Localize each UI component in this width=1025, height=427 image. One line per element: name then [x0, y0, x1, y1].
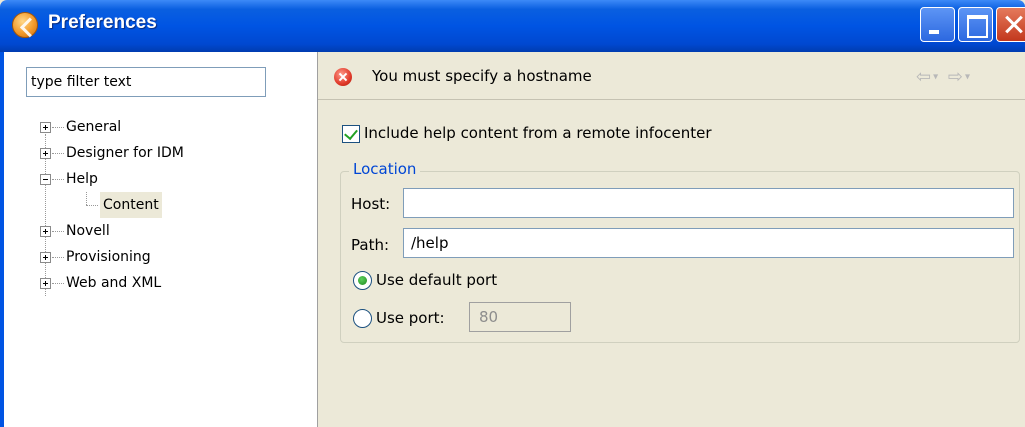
eclipse-icon	[12, 12, 38, 38]
remote-infocenter-label: Include help content from a remote infoc…	[364, 124, 712, 142]
use-port-radio[interactable]	[353, 309, 372, 328]
location-group: Location Host: Path: /help Use default p…	[340, 160, 1020, 343]
filter-input[interactable]: type filter text	[26, 67, 266, 97]
tree-item-label: General	[66, 119, 122, 135]
expand-icon[interactable]	[40, 148, 51, 159]
collapse-icon[interactable]	[40, 174, 51, 185]
location-group-title: Location	[349, 160, 421, 178]
preferences-tree-panel: type filter text General Designer for ID…	[0, 52, 318, 427]
window-title: Preferences	[48, 12, 157, 33]
tree-item-label: Web and XML	[66, 275, 162, 291]
forward-arrow-icon[interactable]: ⇨	[948, 67, 965, 88]
use-port-label: Use port:	[376, 309, 445, 327]
message-bar: You must specify a hostname ⇦▾ ⇨▾	[318, 52, 1025, 100]
back-arrow-icon[interactable]: ⇦	[916, 67, 933, 88]
maximize-button[interactable]	[958, 7, 993, 42]
preference-page: You must specify a hostname ⇦▾ ⇨▾ Includ…	[318, 52, 1025, 427]
close-button[interactable]	[996, 7, 1025, 42]
minimize-button[interactable]	[920, 7, 955, 42]
path-input[interactable]: /help	[403, 228, 1014, 258]
expand-icon[interactable]	[40, 252, 51, 263]
host-input[interactable]	[403, 188, 1014, 218]
forward-dropdown-icon[interactable]: ▾	[965, 72, 972, 83]
default-port-radio[interactable]	[353, 271, 372, 290]
expand-icon[interactable]	[40, 226, 51, 237]
host-label: Host:	[351, 195, 391, 213]
remote-infocenter-checkbox[interactable]	[342, 125, 360, 143]
tree-item-label: Novell	[66, 223, 110, 239]
error-message: You must specify a hostname	[372, 67, 592, 85]
path-label: Path:	[351, 236, 390, 254]
back-dropdown-icon[interactable]: ▾	[933, 72, 940, 83]
port-input[interactable]: 80	[469, 302, 571, 332]
tree-item-label: Provisioning	[66, 249, 151, 265]
history-navigation: ⇦▾ ⇨▾	[916, 66, 972, 88]
error-icon	[334, 68, 352, 86]
default-port-label: Use default port	[376, 271, 498, 289]
expand-icon[interactable]	[40, 122, 51, 133]
tree-item-label-selected: Content	[100, 192, 162, 218]
title-bar[interactable]: Preferences	[0, 0, 1025, 52]
tree-item-label: Designer for IDM	[66, 145, 184, 161]
expand-icon[interactable]	[40, 278, 51, 289]
tree-item-label: Help	[66, 171, 98, 187]
